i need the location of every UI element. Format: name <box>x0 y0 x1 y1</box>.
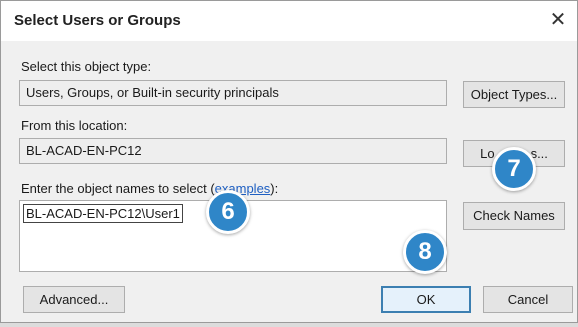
location-label: From this location: <box>21 118 128 133</box>
locations-button-label-start: Lo <box>480 146 495 161</box>
advanced-button[interactable]: Advanced... <box>23 286 125 313</box>
object-name-entry[interactable]: BL-ACAD-EN-PC12\User1 <box>23 204 183 223</box>
object-type-label: Select this object type: <box>21 59 152 74</box>
close-icon[interactable]: ✕ <box>545 7 571 33</box>
object-types-button[interactable]: Object Types... <box>463 81 565 108</box>
step-6-callout: 6 <box>206 190 250 234</box>
step-8-callout: 8 <box>403 230 447 274</box>
location-field: BL-ACAD-EN-PC12 <box>19 138 447 164</box>
step-7-callout: 7 <box>492 147 536 191</box>
cancel-button[interactable]: Cancel <box>483 286 573 313</box>
dialog-title: Select Users or Groups <box>14 12 181 29</box>
ok-button[interactable]: OK <box>381 286 471 313</box>
object-names-label-text: Enter the object names to select ( <box>21 181 215 196</box>
check-names-button[interactable]: Check Names <box>463 202 565 230</box>
object-names-label-suffix: ): <box>270 181 279 196</box>
title-bar: Select Users or Groups ✕ <box>1 1 577 41</box>
select-users-dialog: Select Users or Groups ✕ Select this obj… <box>0 0 578 323</box>
object-type-field: Users, Groups, or Built-in security prin… <box>19 80 447 106</box>
